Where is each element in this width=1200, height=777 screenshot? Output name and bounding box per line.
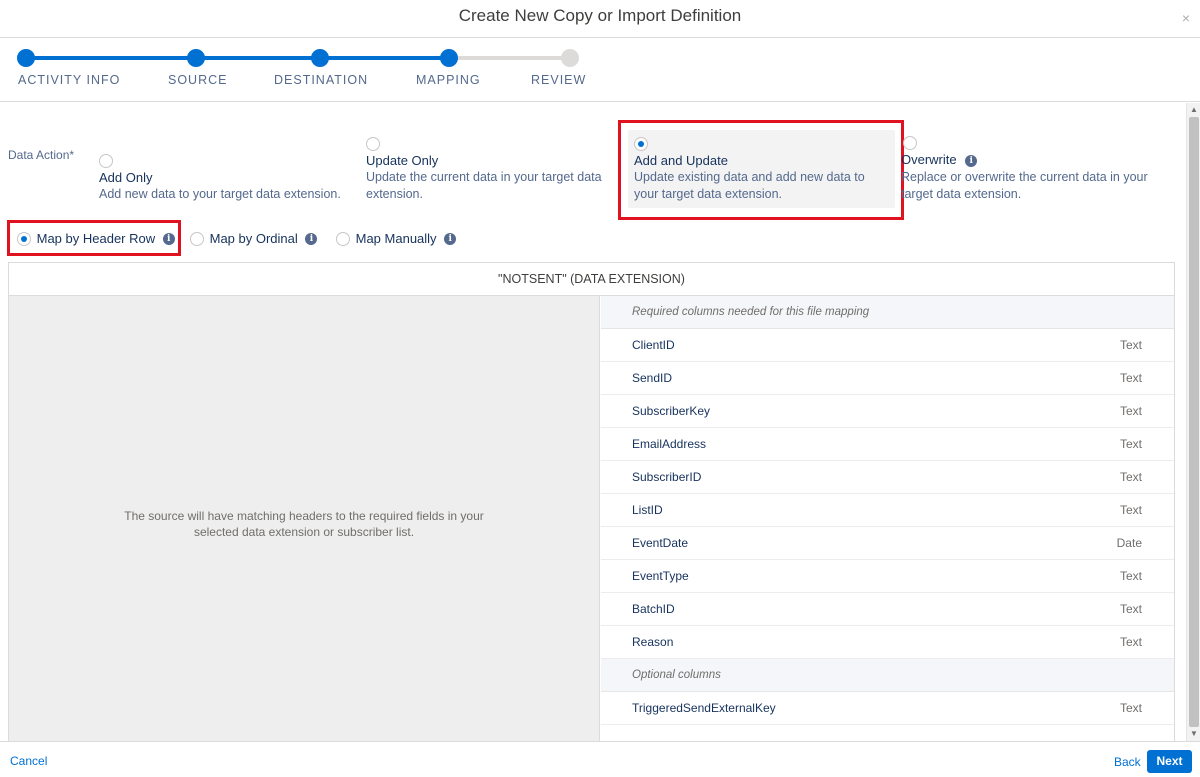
scroll-up-icon[interactable]: ▲ <box>1190 105 1198 114</box>
column-type: Text <box>1119 602 1142 616</box>
update-only-desc: Update the current data in your target d… <box>366 170 602 201</box>
column-name: SubscriberID <box>632 470 702 484</box>
overwrite-title[interactable]: Overwrite i <box>901 152 978 167</box>
map-manually-radio[interactable] <box>336 231 350 246</box>
data-extension-title: "NOTSENT" (DATA EXTENSION) <box>9 263 1174 296</box>
mapping-table: "NOTSENT" (DATA EXTENSION) The source wi… <box>8 262 1175 741</box>
step-dot-activity-info[interactable] <box>17 49 35 67</box>
column-type: Text <box>1119 437 1142 451</box>
table-row: SendID Text <box>601 362 1174 395</box>
step-dot-mapping[interactable] <box>440 49 458 67</box>
step-label-source[interactable]: SOURCE <box>168 73 227 87</box>
mapping-content: Data Action* Add Only Add new data to yo… <box>0 103 1186 741</box>
add-only-title[interactable]: Add Only <box>99 170 152 185</box>
source-message: The source will have matching headers to… <box>124 509 484 539</box>
table-row: SubscriberKey Text <box>601 395 1174 428</box>
column-name: EmailAddress <box>632 437 707 451</box>
table-row: TriggeredSendExternalKey Text <box>601 692 1174 725</box>
table-row: Reason Text <box>601 626 1174 659</box>
step-label-review[interactable]: REVIEW <box>531 73 586 87</box>
map-by-ordinal-radio[interactable] <box>190 231 204 246</box>
modal-footer: Cancel Back Next <box>0 741 1200 777</box>
step-label-destination[interactable]: DESTINATION <box>274 73 368 87</box>
modal-header: Create New Copy or Import Definition × <box>0 0 1200 38</box>
column-type: Text <box>1119 470 1142 484</box>
column-type: Text <box>1119 635 1142 649</box>
step-dot-destination[interactable] <box>311 49 329 67</box>
close-icon[interactable]: × <box>1182 10 1190 26</box>
table-row: SubscriberID Text <box>601 461 1174 494</box>
column-name: ListID <box>632 503 663 517</box>
column-name: SubscriberKey <box>632 404 711 418</box>
column-type: Text <box>1119 701 1142 715</box>
required-columns-header: Required columns needed for this file ma… <box>601 296 1174 329</box>
map-manually-info-icon[interactable]: i <box>444 232 457 245</box>
source-pane: The source will have matching headers to… <box>9 296 600 741</box>
column-name: Reason <box>632 635 674 649</box>
map-by-header-row-label[interactable]: Map by Header Row <box>37 231 156 246</box>
cancel-button[interactable]: Cancel <box>10 754 47 768</box>
column-type: Text <box>1119 338 1142 352</box>
table-row: EventDate Date <box>601 527 1174 560</box>
table-row: ListID Text <box>601 494 1174 527</box>
overwrite-title-text[interactable]: Overwrite <box>901 152 957 167</box>
overwrite-desc: Replace or overwrite the current data in… <box>901 170 1148 201</box>
column-type: Text <box>1119 404 1142 418</box>
table-row: EmailAddress Text <box>601 428 1174 461</box>
table-row: EventType Text <box>601 560 1174 593</box>
update-only-radio[interactable] <box>366 137 380 151</box>
column-type: Text <box>1119 371 1142 385</box>
column-name: BatchID <box>632 602 675 616</box>
table-row: ClientID Text <box>601 329 1174 362</box>
data-action-label: Data Action* <box>8 148 75 162</box>
column-name: EventDate <box>632 536 689 550</box>
column-name: ClientID <box>632 338 675 352</box>
add-only-radio[interactable] <box>99 154 113 168</box>
add-and-update-highlight <box>618 120 904 220</box>
column-name: TriggeredSendExternalKey <box>632 701 776 715</box>
overwrite-radio[interactable] <box>903 136 917 150</box>
map-manually-label[interactable]: Map Manually <box>356 231 437 246</box>
progress-stepper: ACTIVITY INFO SOURCE DESTINATION MAPPING… <box>0 38 1200 102</box>
vertical-scrollbar[interactable]: ▲ ▼ <box>1186 103 1200 741</box>
back-button[interactable]: Back <box>1114 755 1141 769</box>
column-name: SendID <box>632 371 673 385</box>
map-by-header-row-radio[interactable] <box>17 231 31 246</box>
destination-columns: Required columns needed for this file ma… <box>601 296 1174 741</box>
step-label-activity-info[interactable]: ACTIVITY INFO <box>18 73 120 87</box>
step-dot-review[interactable] <box>561 49 579 67</box>
column-type: Text <box>1119 569 1142 583</box>
column-type: Date <box>1116 536 1142 550</box>
scroll-down-icon[interactable]: ▼ <box>1190 729 1198 738</box>
scroll-thumb[interactable] <box>1189 117 1199 727</box>
update-only-title[interactable]: Update Only <box>366 153 438 168</box>
map-by-ordinal-label[interactable]: Map by Ordinal <box>210 231 298 246</box>
map-by-ordinal-option[interactable]: Map by Ordinal i <box>190 230 318 246</box>
column-type: Text <box>1119 503 1142 517</box>
map-by-ordinal-info-icon[interactable]: i <box>305 232 318 245</box>
map-by-header-row-option[interactable]: Map by Header Row i <box>17 230 175 246</box>
map-manually-option[interactable]: Map Manually i <box>336 230 457 246</box>
modal-title: Create New Copy or Import Definition <box>458 6 742 25</box>
stepper-track-pending <box>449 56 570 60</box>
map-by-header-row-info-icon[interactable]: i <box>162 232 175 245</box>
stepper-track-complete <box>26 56 449 60</box>
optional-columns-header: Optional columns <box>601 659 1174 692</box>
column-name: EventType <box>632 569 689 583</box>
step-label-mapping[interactable]: MAPPING <box>416 73 481 87</box>
table-row: BatchID Text <box>601 593 1174 626</box>
next-button[interactable]: Next <box>1147 750 1192 773</box>
step-dot-source[interactable] <box>187 49 205 67</box>
add-only-desc: Add new data to your target data extensi… <box>99 187 341 201</box>
overwrite-info-icon[interactable]: i <box>965 154 978 167</box>
